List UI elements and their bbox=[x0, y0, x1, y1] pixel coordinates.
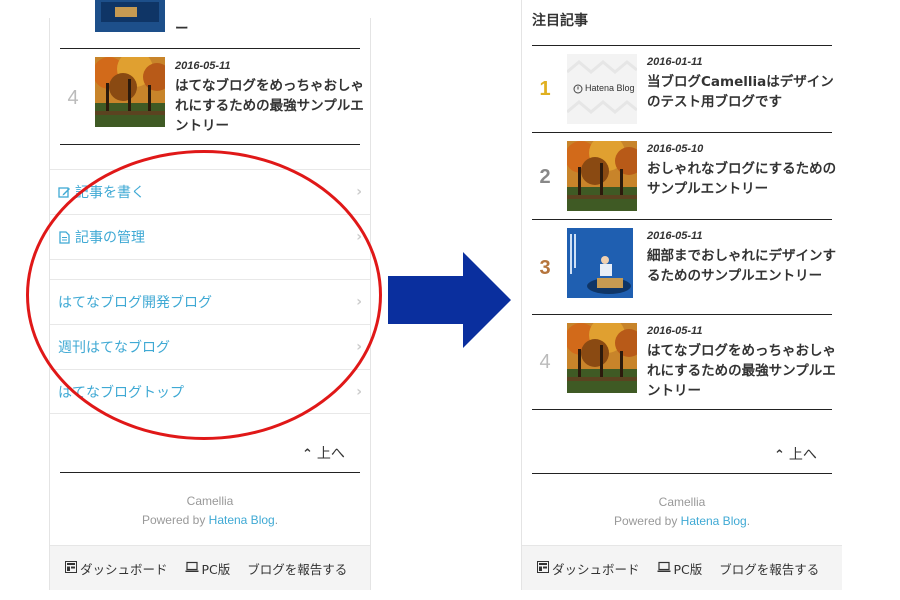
left-phone-screen: ー 4 2016-05-11 はてなブログをめっちゃおしゃれにするための最強サン… bbox=[49, 0, 371, 590]
back-to-top-label: 上へ bbox=[788, 447, 817, 463]
ranking-entry[interactable]: 3 2016-05-11 細部までおしゃれにデザインするためのサンプルエントリー bbox=[532, 220, 836, 315]
theme-name: Camellia bbox=[658, 495, 706, 509]
menu-item-manage-entries[interactable]: 記事の管理 › bbox=[50, 214, 370, 259]
entry-thumbnail bbox=[95, 57, 165, 127]
edit-icon bbox=[58, 186, 71, 199]
ranking-entry[interactable]: 2 2016-05-10 おしゃれなブログにするためのサンプルエントリー bbox=[532, 133, 836, 220]
entry-thumbnail: Hatena Blog bbox=[567, 54, 637, 124]
footer: Camellia Powered by Hatena Blog. bbox=[522, 493, 842, 531]
top-entry-partial[interactable]: ー bbox=[60, 0, 360, 49]
document-icon bbox=[58, 230, 71, 244]
menu-group-admin: 記事を書く › 記事の管理 › bbox=[50, 169, 370, 259]
powered-by: Powered by Hatena Blog. bbox=[613, 514, 751, 528]
menu-item-label: 記事の管理 bbox=[75, 230, 145, 246]
admin-menu: 記事を書く › 記事の管理 › はてなブログ開発ブログ › 週刊はてなブログ › bbox=[50, 169, 370, 414]
ranking-entry[interactable]: 4 2016-05-11 はてなブログをめっちゃおしゃれにするための最強サンプル… bbox=[532, 315, 836, 410]
laptop-icon bbox=[185, 561, 199, 576]
chevron-right-icon: › bbox=[356, 384, 362, 400]
chevron-right-icon: › bbox=[356, 229, 362, 245]
dashboard-label: ダッシュボード bbox=[552, 561, 640, 577]
entry-date: 2016-05-11 bbox=[175, 60, 231, 72]
menu-item-weekly-hatena[interactable]: 週刊はてなブログ › bbox=[50, 324, 370, 369]
hatena-blog-link[interactable]: Hatena Blog bbox=[209, 513, 275, 527]
entry-date: 2016-05-11 bbox=[647, 325, 703, 337]
footer: Camellia Powered by Hatena Blog. bbox=[50, 492, 370, 530]
report-blog-label: ブログを報告する bbox=[719, 561, 820, 577]
hatena-blog-logo: Hatena Blog bbox=[585, 83, 635, 93]
pc-version-label: PC版 bbox=[673, 561, 703, 577]
bottom-toolbar: ダッシュボード PC版 ブログを報告する bbox=[522, 545, 842, 590]
pc-version-label: PC版 bbox=[201, 561, 231, 577]
menu-item-dev-blog[interactable]: はてなブログ開発ブログ › bbox=[50, 279, 370, 324]
right-arrow-icon bbox=[388, 252, 513, 352]
ranking-entry[interactable]: 4 2016-05-11 はてなブログをめっちゃおしゃれにするための最強サンプル… bbox=[60, 49, 364, 145]
menu-divider bbox=[50, 259, 370, 279]
menu-item-label: はてなブログトップ bbox=[58, 384, 184, 401]
section-heading: 注目記事 bbox=[532, 13, 588, 29]
entry-title[interactable]: 細部までおしゃれにデザインするためのサンプルエントリー bbox=[647, 246, 837, 286]
dashboard-label: ダッシュボード bbox=[80, 561, 168, 577]
entry-thumbnail bbox=[95, 0, 165, 32]
entry-title[interactable]: 当ブログCamelliaはデザインのテスト用ブログです bbox=[647, 72, 837, 112]
hatena-blog-link[interactable]: Hatena Blog bbox=[681, 514, 747, 528]
report-blog-link[interactable]: ブログを報告する bbox=[719, 559, 819, 578]
entry-title: ー bbox=[175, 21, 189, 37]
chevron-up-icon: ⌃ bbox=[774, 448, 785, 463]
back-to-top-link[interactable]: ⌃ 上へ bbox=[774, 444, 817, 464]
entry-date: 2016-05-11 bbox=[647, 230, 703, 242]
rank-number: 2 bbox=[539, 166, 551, 188]
footer-divider bbox=[532, 473, 832, 474]
powered-by: Powered by Hatena Blog. bbox=[141, 513, 279, 527]
menu-item-label: 週刊はてなブログ bbox=[58, 340, 170, 356]
report-blog-link[interactable]: ブログを報告する bbox=[247, 559, 347, 578]
rank-number: 3 bbox=[539, 257, 551, 279]
rank-number: 4 bbox=[539, 351, 551, 373]
chevron-up-icon: ⌃ bbox=[302, 447, 313, 462]
entry-thumbnail bbox=[567, 323, 637, 393]
footer-divider bbox=[60, 472, 360, 473]
entry-date: 2016-05-10 bbox=[647, 143, 704, 155]
menu-item-hatena-top[interactable]: はてなブログトップ › bbox=[50, 369, 370, 414]
entry-title[interactable]: はてなブログをめっちゃおしゃれにするための最強サンプルエントリー bbox=[647, 341, 837, 401]
menu-item-label: はてなブログ開発ブログ bbox=[58, 295, 212, 311]
back-to-top-label: 上へ bbox=[316, 446, 345, 462]
entry-title[interactable]: おしゃれなブログにするためのサンプルエントリー bbox=[647, 159, 837, 199]
ranking-list: 1 Hatena Blog 2016-01-11 当ブログCamelliaはデザ… bbox=[532, 46, 836, 410]
theme-name: Camellia bbox=[186, 494, 234, 508]
rank-number: 1 bbox=[539, 78, 551, 100]
entry-thumbnail bbox=[567, 141, 637, 211]
menu-item-label: 記事を書く bbox=[75, 185, 145, 201]
chevron-right-icon: › bbox=[356, 184, 362, 200]
pc-version-link[interactable]: PC版 bbox=[657, 559, 703, 578]
dashboard-link[interactable]: ダッシュボード bbox=[537, 559, 640, 578]
menu-item-write-entry[interactable]: 記事を書く › bbox=[50, 169, 370, 214]
rank-number: 4 bbox=[67, 87, 79, 109]
dashboard-icon bbox=[537, 560, 549, 576]
chevron-right-icon: › bbox=[356, 294, 362, 310]
entry-title[interactable]: はてなブログをめっちゃおしゃれにするための最強サンプルエントリー bbox=[175, 76, 365, 136]
dashboard-icon bbox=[65, 560, 77, 576]
bottom-toolbar: ダッシュボード PC版 ブログを報告する bbox=[50, 545, 370, 590]
laptop-icon bbox=[657, 561, 671, 576]
dashboard-link[interactable]: ダッシュボード bbox=[65, 559, 168, 578]
ranking-entry[interactable]: 1 Hatena Blog 2016-01-11 当ブログCamelliaはデザ… bbox=[532, 46, 834, 133]
report-blog-label: ブログを報告する bbox=[247, 561, 348, 577]
entry-date: 2016-01-11 bbox=[647, 56, 703, 68]
chevron-right-icon: › bbox=[356, 339, 362, 355]
pc-version-link[interactable]: PC版 bbox=[185, 559, 231, 578]
menu-group-links: はてなブログ開発ブログ › 週刊はてなブログ › はてなブログトップ › bbox=[50, 279, 370, 414]
back-to-top-link[interactable]: ⌃ 上へ bbox=[302, 443, 345, 463]
right-phone-screen: 注目記事 1 Hatena Blog 2016-01-11 当ブログCamell… bbox=[521, 0, 842, 590]
entry-thumbnail bbox=[567, 228, 637, 298]
